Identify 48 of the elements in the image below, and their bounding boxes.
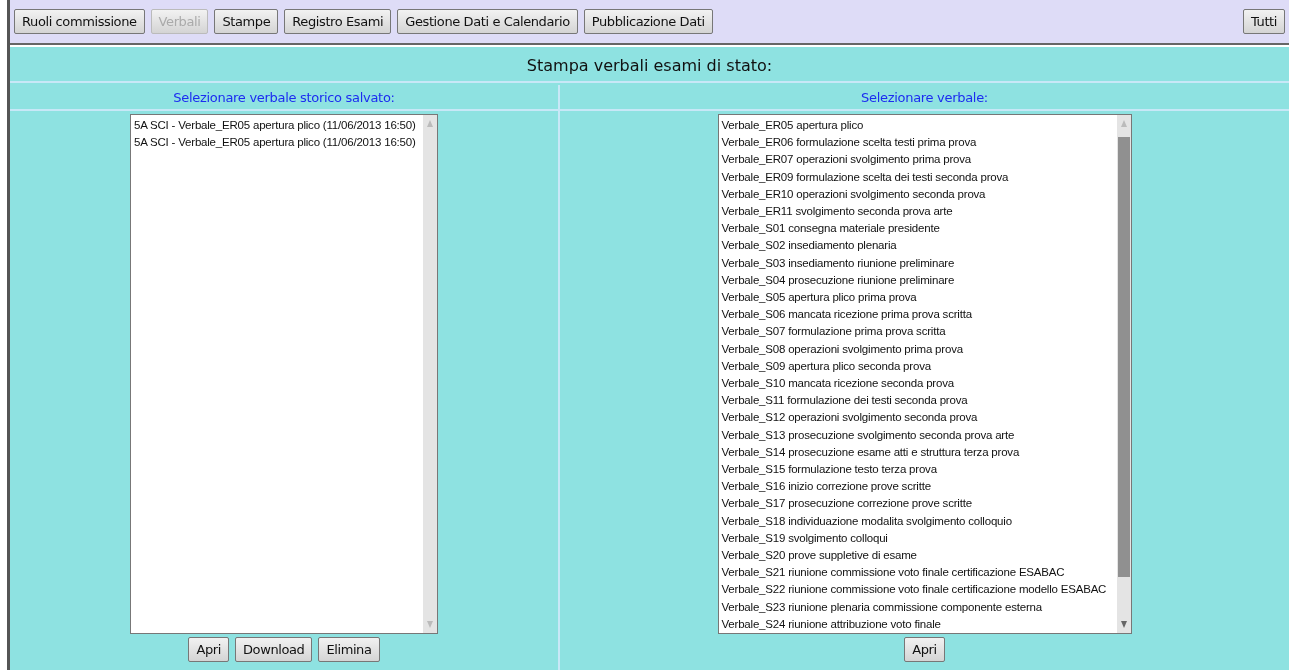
list-item[interactable]: Verbale_ER10 operazioni svolgimento seconda prova — [721, 185, 1114, 203]
panel-header: Selezionare verbale: — [560, 85, 1289, 109]
nav-button[interactable]: Stampe — [214, 9, 279, 34]
list-item[interactable]: Verbale_ER06 formulazione scelta testi prima prova — [721, 134, 1114, 152]
scrollbar[interactable] — [1116, 115, 1131, 633]
list-item[interactable]: 5A SCI - Verbale_ER05 apertura plico (11/06/2013 16:50) — [134, 117, 420, 135]
list-item[interactable]: Verbale_ER07 operazioni svolgimento prima prova — [721, 151, 1114, 169]
list-item[interactable]: Verbale_S24 riunione attribuzione voto finale — [721, 615, 1114, 633]
action-button[interactable]: Elimina — [318, 637, 380, 662]
list-item[interactable]: Verbale_S01 consegna materiale presidente — [721, 220, 1114, 238]
list-item[interactable]: Verbale_S04 prosecuzione riunione preliminare — [721, 271, 1114, 290]
list-box[interactable] — [717, 114, 1132, 634]
list-item[interactable]: Verbale_ER09 formulazione scelta dei testi seconda prova — [721, 168, 1114, 186]
nav-button[interactable]: Registro Esami — [284, 9, 392, 34]
nav-button[interactable]: Ruoli commissione — [14, 9, 145, 34]
list-item[interactable]: Verbale_S21 riunione commissione voto finale certificazione ESABAC — [721, 564, 1114, 582]
list-item[interactable]: Verbale_S20 prove suppletive di esame — [721, 547, 1114, 565]
list-item[interactable]: Verbale_S13 prosecuzione svolgimento seconda prova arte — [721, 426, 1114, 444]
list-item[interactable]: Verbale_S17 prosecuzione correzione prove scritte — [721, 495, 1114, 513]
list-item[interactable]: Verbale_S23 riunione plenaria commissione componente esterna — [721, 598, 1114, 616]
action-button[interactable]: Download — [235, 637, 313, 662]
scrollbar[interactable] — [423, 115, 437, 633]
list-item[interactable]: Verbale_ER11 svolgimento seconda prova arte — [721, 203, 1114, 221]
list-item[interactable]: Verbale_S02 insediamento plenaria — [721, 237, 1114, 255]
list-item[interactable]: Verbale_S05 apertura plico prima prova — [721, 289, 1114, 307]
list-item[interactable]: 5A SCI - Verbale_ER05 apertura plico (11/06/2013 16:50) — [134, 134, 420, 152]
list-item[interactable]: Verbale_S11 formulazione dei testi seconda prova — [721, 392, 1114, 410]
list-item[interactable]: Verbale_S03 insediamento riunione preliminare — [721, 254, 1114, 272]
nav-button[interactable]: Gestione Dati e Calendario — [397, 9, 578, 34]
list-item[interactable]: Verbale_S12 operazioni svolgimento seconda prova — [721, 409, 1114, 427]
list-item[interactable]: Verbale_S10 mancata ricezione seconda prova — [721, 375, 1114, 393]
list-item[interactable]: Verbale_S15 formulazione testo terza prova — [721, 461, 1114, 479]
list-box[interactable]: 5A SCI - Verbale_ER05 apertura plico (11/06/2013 16:50) 5A SCI - Verbale_ER05 apertura plico (11/06/2013 16:50) — [130, 114, 438, 634]
list-item[interactable]: Verbale_S06 mancata ricezione prima prova scritta — [721, 306, 1114, 324]
list-item[interactable]: Verbale_S08 operazioni svolgimento prima prova — [721, 340, 1114, 358]
list-item[interactable]: Verbale_S19 svolgimento colloqui — [721, 529, 1114, 548]
list-item[interactable]: Verbale_S18 individuazione modalita svolgimento colloquio — [721, 512, 1114, 530]
action-button[interactable]: Apri — [904, 637, 945, 662]
list-item[interactable]: Verbale_S22 riunione commissione voto finale certificazione modello ESABAC — [721, 581, 1114, 599]
list-item[interactable]: Verbale_S16 inizio correzione prove scritte — [721, 478, 1114, 496]
list-item[interactable]: Verbale_S09 apertura plico seconda prova — [721, 357, 1114, 376]
list-item[interactable]: Verbale_S07 formulazione prima prova scritta — [721, 323, 1114, 341]
all-button[interactable]: Tutti — [1243, 9, 1285, 34]
action-button[interactable]: Apri — [188, 637, 229, 662]
nav-button[interactable]: Pubblicazione Dati — [583, 9, 713, 34]
list-item[interactable]: Verbale_S14 prosecuzione esame atti e struttura terza prova — [721, 443, 1114, 462]
panel-header: Selezionare verbale storico salvato: — [10, 85, 558, 109]
list-item[interactable]: Verbale_ER05 apertura plico — [721, 117, 1114, 135]
